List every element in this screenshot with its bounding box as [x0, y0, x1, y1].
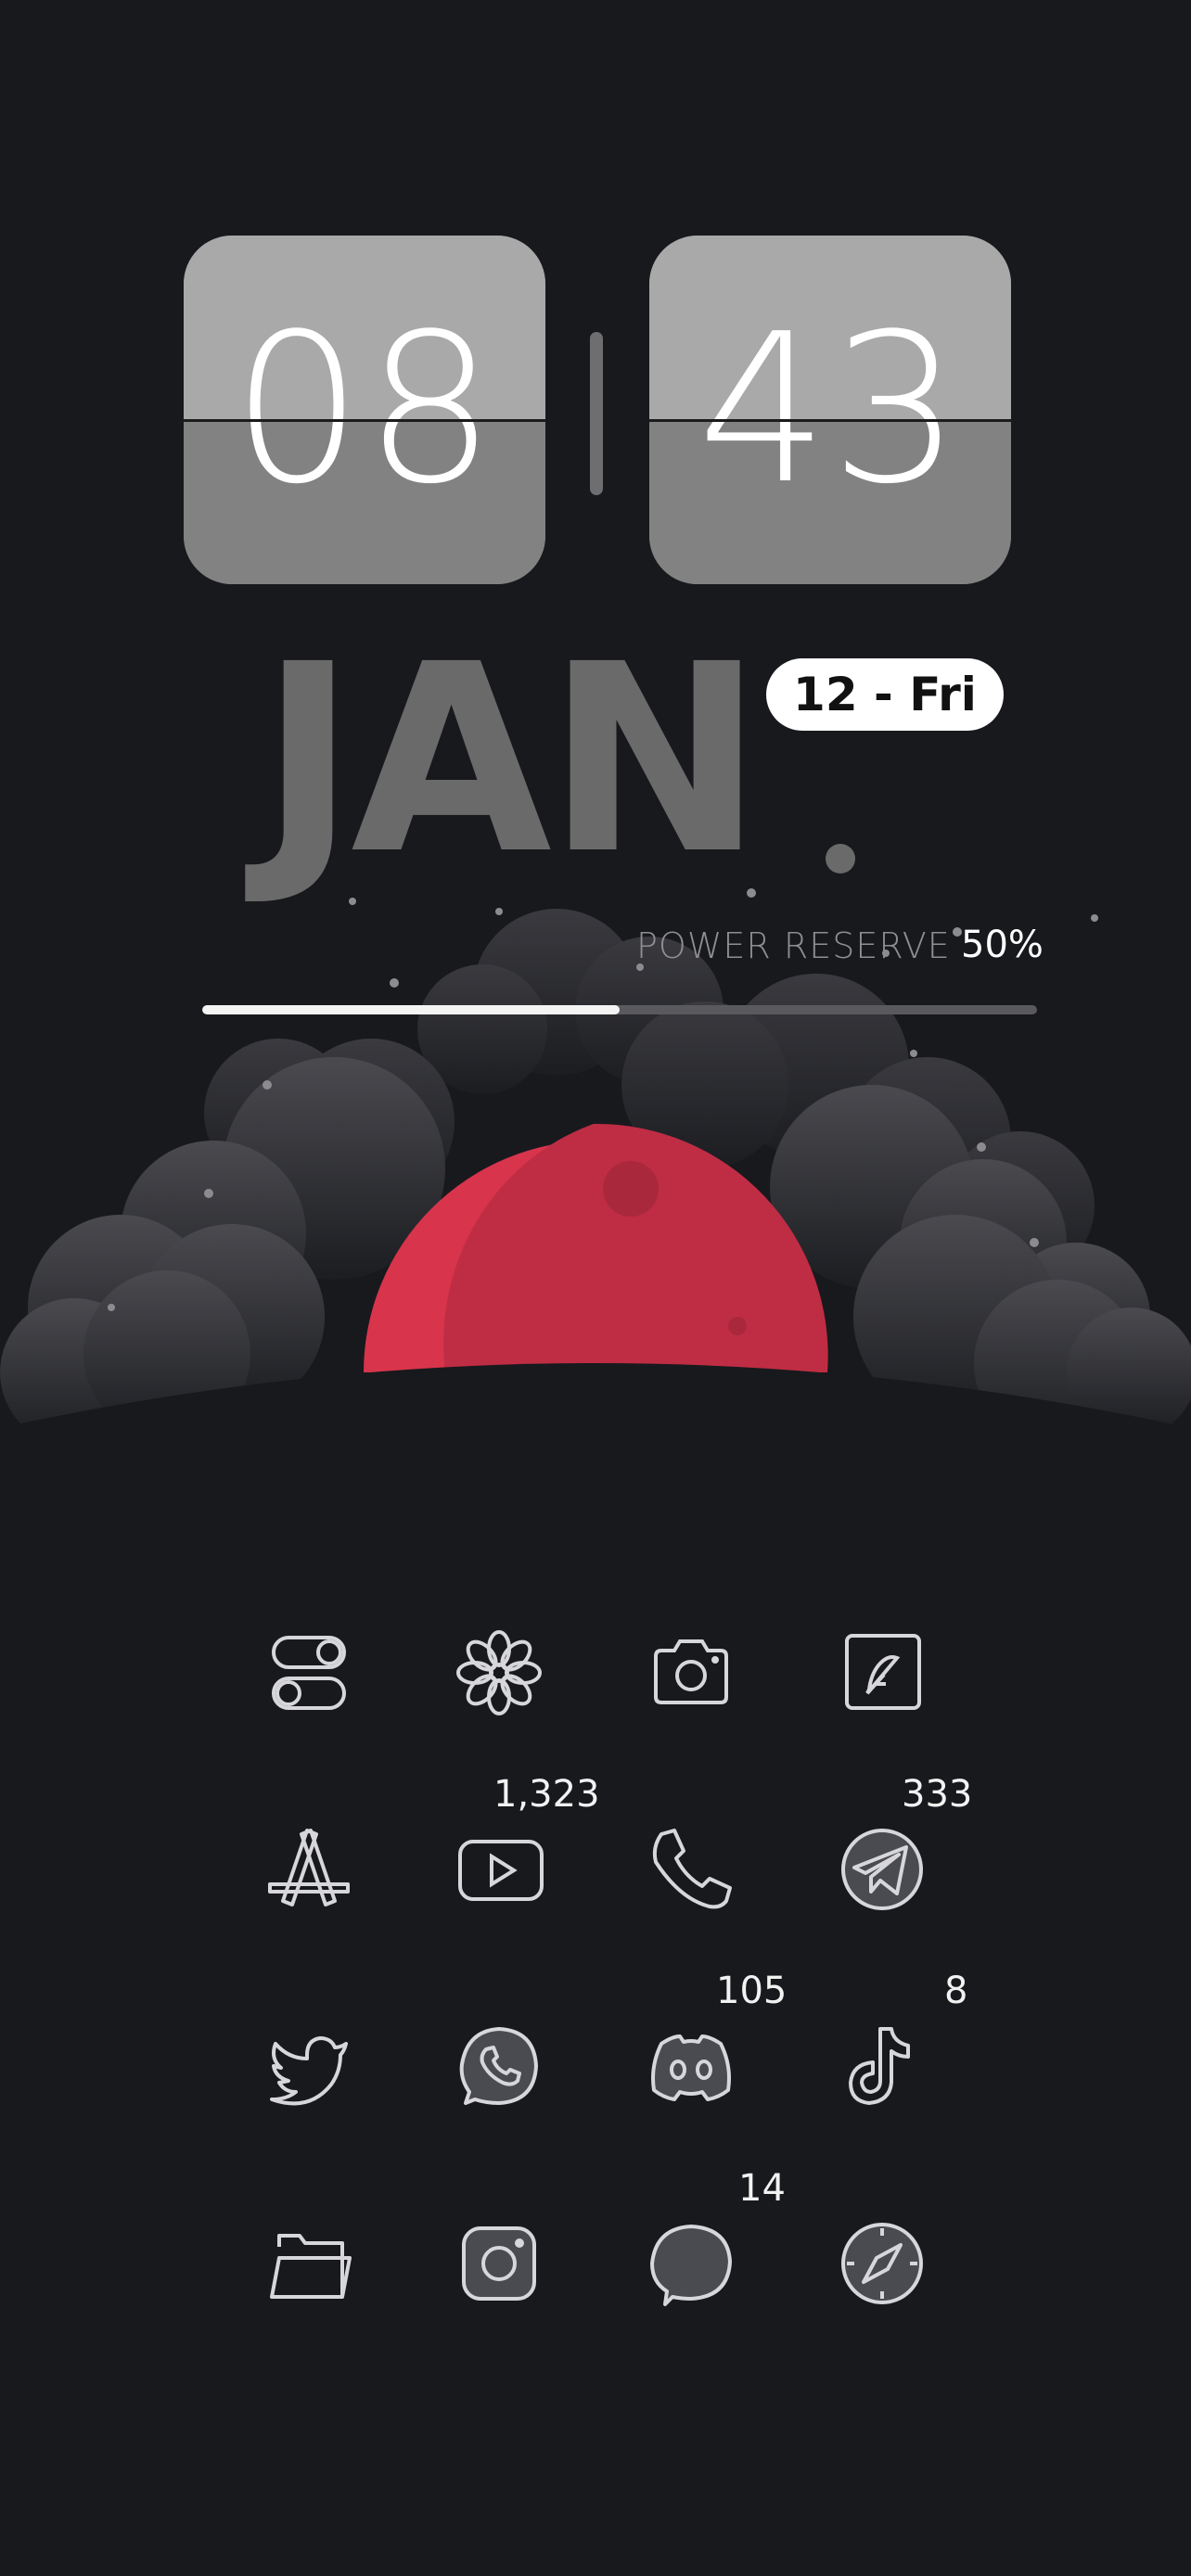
- date-pill: 12 - Fri: [766, 658, 1004, 731]
- camera-icon[interactable]: [635, 1617, 747, 1728]
- toggle-icon[interactable]: [253, 1617, 365, 1728]
- tiktok-badge: 8: [944, 1970, 968, 2012]
- power-reserve-bar: [202, 1005, 1037, 1014]
- messages-badge: 14: [738, 2167, 786, 2210]
- twitter-icon[interactable]: [253, 2010, 365, 2122]
- clock-hours: 08: [231, 290, 498, 529]
- youtube-badge: 1,323: [493, 1773, 600, 1816]
- messages-icon[interactable]: [635, 2208, 747, 2319]
- moon-clouds-illustration: [0, 888, 1191, 1456]
- tiktok-icon[interactable]: [826, 2010, 938, 2122]
- files-folder-icon[interactable]: [253, 2208, 365, 2319]
- power-reserve-bar-fill: [202, 1005, 620, 1014]
- telegram-icon[interactable]: [826, 1814, 938, 1925]
- clock-separator: [590, 332, 603, 495]
- app-store-icon[interactable]: [253, 1814, 365, 1925]
- power-reserve-label: POWER RESERVE: [636, 925, 951, 966]
- instagram-icon[interactable]: [443, 2208, 555, 2319]
- clock-hours-card: 08: [184, 236, 545, 584]
- youtube-icon[interactable]: [443, 1814, 555, 1925]
- month-label: JAN: [260, 609, 763, 912]
- phone-icon[interactable]: [635, 1814, 747, 1925]
- clock-minutes: 43: [697, 290, 964, 529]
- whatsapp-icon[interactable]: [443, 2010, 555, 2122]
- clock-minutes-card: 43: [649, 236, 1011, 584]
- telegram-badge: 333: [902, 1773, 973, 1816]
- discord-icon[interactable]: [635, 2010, 747, 2122]
- flower-icon[interactable]: [443, 1617, 555, 1728]
- notes-feather-icon[interactable]: [826, 1617, 938, 1728]
- discord-badge: 105: [716, 1970, 788, 2012]
- month-dot: [826, 844, 855, 874]
- power-reserve-value: 50%: [961, 924, 1044, 966]
- safari-compass-icon[interactable]: [826, 2208, 938, 2319]
